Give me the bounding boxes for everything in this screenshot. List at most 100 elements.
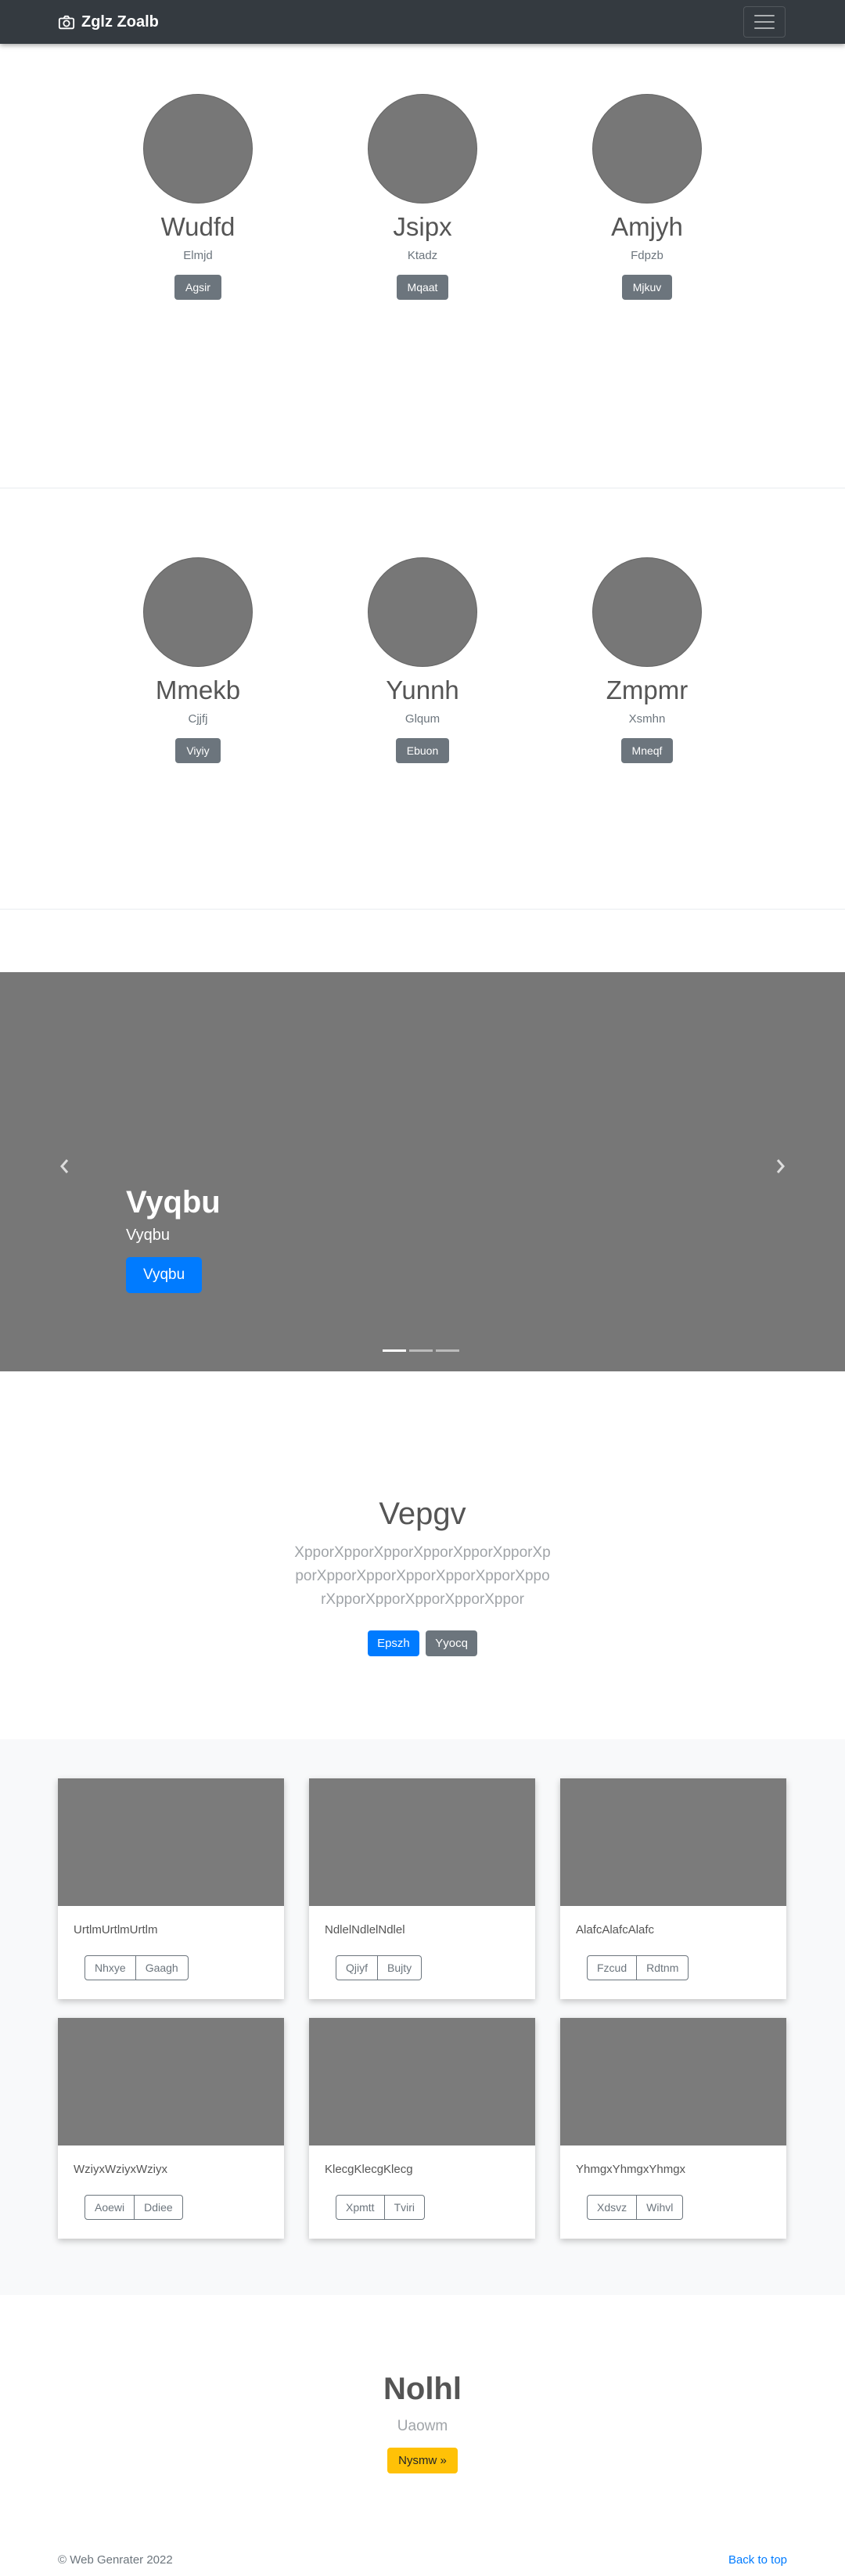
member-role: Fdpzb <box>631 249 663 263</box>
carousel-indicator[interactable] <box>436 1349 459 1352</box>
copyright-text: © Web Genrater 2022 <box>58 2553 173 2567</box>
member-role: Glqum <box>405 712 440 726</box>
card-image <box>309 1778 535 1906</box>
footer: © Web Genrater 2022 Back to top <box>0 2553 845 2576</box>
avatar <box>592 94 702 204</box>
member-button[interactable]: Agsir <box>174 275 221 301</box>
jumbotron-title: Vepgv <box>379 1497 466 1531</box>
carousel-caption: Vyqbu Vyqbu Vyqbu <box>126 1185 221 1293</box>
card-image <box>58 1778 284 1906</box>
member-button[interactable]: Mjkuv <box>621 275 673 301</box>
member-button[interactable]: Mneqf <box>620 738 674 764</box>
card-button-group: Aoewi Ddiee <box>84 2195 183 2220</box>
brand-link[interactable]: Zglz Zoalb <box>58 13 159 31</box>
primary-button[interactable]: Epszh <box>368 1630 419 1656</box>
secondary-button[interactable]: Yyocq <box>426 1630 477 1656</box>
member-name: Mmekb <box>155 676 241 704</box>
card-button[interactable]: Gaagh <box>135 1955 189 1980</box>
card-text: NdlelNdlelNdlel <box>325 1923 405 1937</box>
card-image <box>560 2018 786 2145</box>
camera-icon <box>58 15 75 29</box>
card-button[interactable]: Fzcud <box>587 1955 638 1980</box>
card-image <box>58 2018 284 2145</box>
card-text: YhmgxYhmgxYhmgx <box>576 2163 686 2176</box>
jumbotron: Vepgv XpporXpporXpporXpporXpporXpporXppo… <box>0 1371 845 1739</box>
navbar: Zglz Zoalb <box>0 0 845 44</box>
album-card: UrtlmUrtlmUrtlm Nhxye Gaagh <box>58 1778 284 1999</box>
card-button[interactable]: Rdtnm <box>637 1955 689 1980</box>
member-button[interactable]: Ebuon <box>395 738 450 764</box>
member-role: Elmjd <box>183 249 213 263</box>
card-button[interactable]: Xpmtt <box>336 2195 385 2220</box>
card-button[interactable]: Qjiyf <box>336 1955 378 1980</box>
card-button[interactable]: Bujty <box>378 1955 422 1980</box>
carousel-subtitle: Vyqbu <box>126 1227 170 1244</box>
menu-toggle-button[interactable] <box>743 6 786 38</box>
member-name: Amjyh <box>611 212 683 241</box>
carousel-indicator[interactable] <box>383 1349 406 1352</box>
avatar <box>368 94 477 204</box>
card-button[interactable]: Tviri <box>384 2195 426 2220</box>
team-member: Mmekb Cjjfj Viyiy <box>120 557 276 764</box>
card-button[interactable]: Ddiee <box>135 2195 183 2220</box>
album-section: UrtlmUrtlmUrtlm Nhxye Gaagh NdlelNdlelNd… <box>0 1739 845 2295</box>
member-button[interactable]: Mqaat <box>396 275 449 301</box>
team-member: Jsipx Ktadz Mqaat <box>344 94 501 301</box>
card-button-group: Fzcud Rdtnm <box>587 1955 689 1980</box>
member-name: Zmpmr <box>606 676 689 704</box>
hamburger-icon <box>754 15 775 16</box>
member-role: Ktadz <box>407 249 438 263</box>
team-section-2: Mmekb Cjjfj Viyiy Yunnh Glqum Ebuon Zmpm… <box>0 465 845 910</box>
cta-section: Nolhl Uaowm Nysmw » <box>0 2295 845 2530</box>
album-card: YhmgxYhmgxYhmgx Xdsvz Wihvl <box>560 2018 786 2239</box>
carousel-indicator[interactable] <box>409 1349 433 1352</box>
card-button[interactable]: Wihvl <box>637 2195 684 2220</box>
back-to-top-link[interactable]: Back to top <box>728 2553 787 2567</box>
album-card: KlecgKlecgKlecg Xpmtt Tviri <box>309 2018 535 2239</box>
card-text: UrtlmUrtlmUrtlm <box>74 1923 158 1937</box>
card-button[interactable]: Nhxye <box>84 1955 136 1980</box>
cta-button[interactable]: Nysmw » <box>387 2448 458 2473</box>
card-button[interactable]: Aoewi <box>84 2195 135 2220</box>
member-button[interactable]: Viyiy <box>175 738 221 764</box>
card-image <box>309 2018 535 2145</box>
cta-title: Nolhl <box>383 2372 462 2406</box>
card-text: AlafcAlafcAlafc <box>576 1923 655 1937</box>
member-name: Wudfd <box>160 212 236 241</box>
carousel-indicators <box>383 1349 459 1352</box>
chevron-left-icon <box>60 1159 69 1173</box>
card-image <box>560 1778 786 1906</box>
chevron-right-icon <box>776 1159 785 1173</box>
team-section-1: Wudfd Elmjd Agsir Jsipx Ktadz Mqaat Amjy… <box>0 44 845 488</box>
team-member: Yunnh Glqum Ebuon <box>344 557 501 764</box>
brand-name: Zglz Zoalb <box>81 13 159 31</box>
card-button-group: Qjiyf Bujty <box>336 1955 422 1980</box>
team-member: Wudfd Elmjd Agsir <box>120 94 276 301</box>
cta-subtitle: Uaowm <box>397 2418 448 2434</box>
album-card: AlafcAlafcAlafc Fzcud Rdtnm <box>560 1778 786 1999</box>
avatar <box>143 557 253 667</box>
member-role: Cjjfj <box>188 712 208 726</box>
carousel-title: Vyqbu <box>126 1185 221 1220</box>
team-member: Zmpmr Xsmhn Mneqf <box>569 557 725 764</box>
album-card: WziyxWziyxWziyx Aoewi Ddiee <box>58 2018 284 2239</box>
card-button-group: Xdsvz Wihvl <box>587 2195 684 2220</box>
team-member: Amjyh Fdpzb Mjkuv <box>569 94 725 301</box>
carousel: Vyqbu Vyqbu Vyqbu <box>0 972 845 1371</box>
avatar <box>592 557 702 667</box>
carousel-next-button[interactable] <box>771 1155 790 1178</box>
card-button[interactable]: Xdsvz <box>587 2195 638 2220</box>
member-name: Yunnh <box>386 676 459 704</box>
card-text: KlecgKlecgKlecg <box>325 2163 413 2176</box>
carousel-prev-button[interactable] <box>55 1155 74 1178</box>
avatar <box>143 94 253 204</box>
card-button-group: Xpmtt Tviri <box>336 2195 426 2220</box>
card-text: WziyxWziyxWziyx <box>74 2163 167 2176</box>
jumbotron-lead: XpporXpporXpporXpporXpporXpporXpporXppor… <box>294 1544 551 1608</box>
carousel-button[interactable]: Vyqbu <box>126 1257 203 1293</box>
member-role: Xsmhn <box>628 712 666 726</box>
album-card: NdlelNdlelNdlel Qjiyf Bujty <box>309 1778 535 1999</box>
avatar <box>368 557 477 667</box>
member-name: Jsipx <box>393 212 452 241</box>
card-button-group: Nhxye Gaagh <box>84 1955 189 1980</box>
